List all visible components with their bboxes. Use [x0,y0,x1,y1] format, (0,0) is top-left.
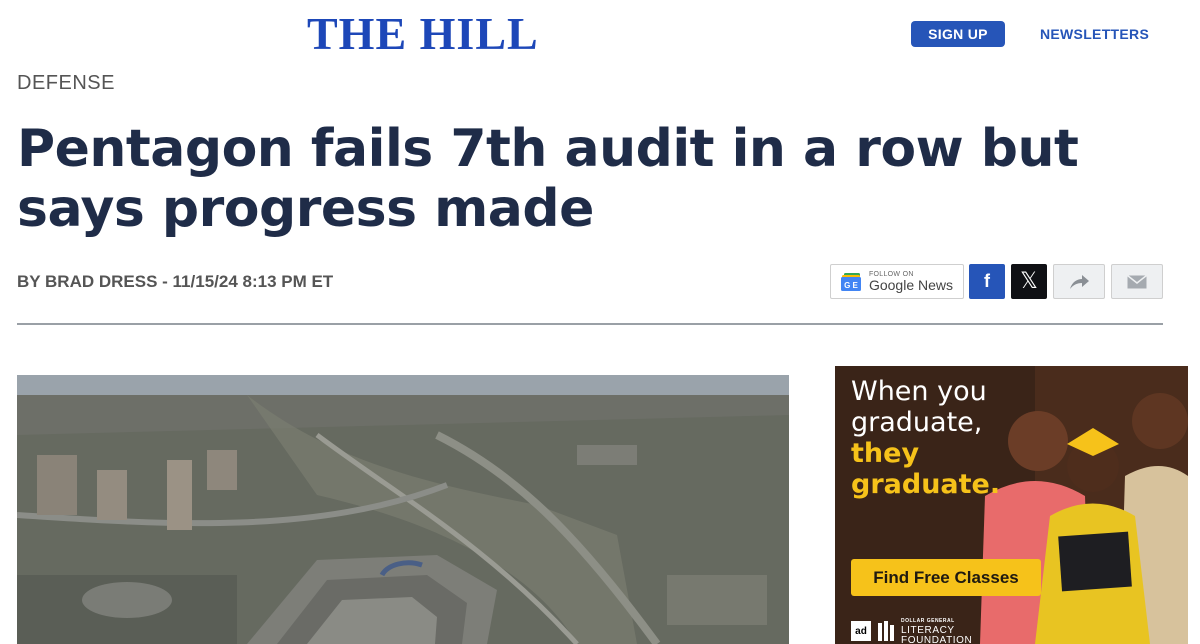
share-arrow-icon [1070,274,1089,289]
site-header: THE HILL SIGN UP NEWSLETTERS [0,0,1200,70]
ad-line-3: they [851,438,920,469]
advertisement[interactable]: When you graduate, they graduate. Find F… [835,366,1188,644]
x-icon: 𝕏 [1020,269,1038,294]
follow-google-news-button[interactable]: G E FOLLOW ON Google News [830,264,964,299]
ad-line-4: graduate. [851,469,1001,500]
ad-headline: When you graduate, they graduate. [851,376,1000,500]
aerial-pentagon-photo [17,375,789,644]
ad-line-2: graduate, [851,407,983,438]
google-news-label: Google News [868,276,954,293]
literacy-foundation-logo-icon [878,621,894,641]
newsletters-link[interactable]: NEWSLETTERS [1040,26,1149,42]
svg-text:G E: G E [844,281,858,290]
email-share-button[interactable] [1111,264,1163,299]
ad-cta-button[interactable]: Find Free Classes [851,559,1041,596]
site-logo[interactable]: THE HILL [307,8,539,60]
article-byline: BY BRAD DRESS - 11/15/24 8:13 PM ET [17,272,334,291]
share-button[interactable] [1053,264,1105,299]
article-hero-image[interactable] [17,375,789,644]
facebook-icon: f [984,271,990,291]
x-share-button[interactable]: 𝕏 [1011,264,1047,299]
facebook-share-button[interactable]: f [969,264,1005,299]
literacy-foundation-logo: DOLLAR GENERAL LITERACY FOUNDATION [901,616,972,644]
ad-council-logo: ad [851,621,871,641]
section-label[interactable]: DEFENSE [17,72,115,95]
ad-line-1: When you [851,376,987,407]
mail-icon [1127,274,1147,288]
sign-up-button[interactable]: SIGN UP [911,21,1005,47]
google-news-icon: G E [840,272,863,291]
ad-sponsor: ad DOLLAR GENERAL LITERACY FOUNDATION [851,616,972,644]
article-headline: Pentagon fails 7th audit in a row but sa… [17,119,1079,239]
divider [17,323,1163,325]
sponsor-line-2: FOUNDATION [901,635,973,644]
